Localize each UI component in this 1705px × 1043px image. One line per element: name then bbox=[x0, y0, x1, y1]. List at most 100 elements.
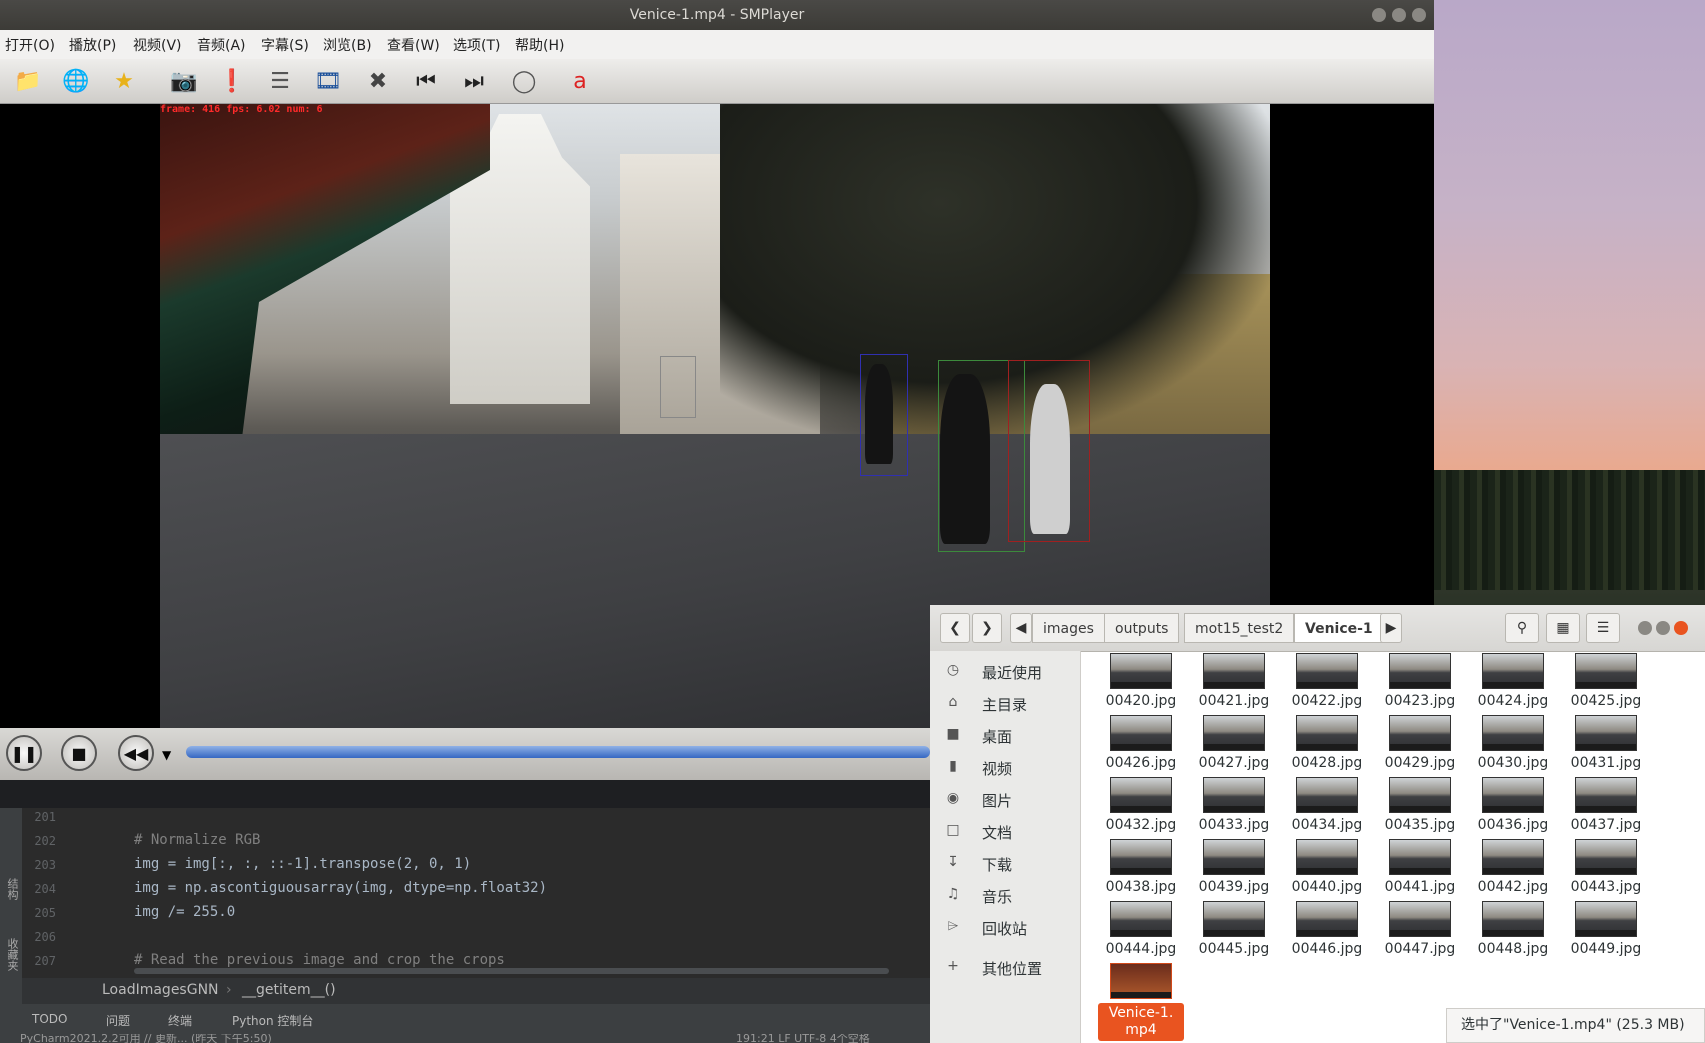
menu-open[interactable]: 打开(O) bbox=[5, 35, 55, 55]
file-item[interactable]: Venice-1. mp4 bbox=[1098, 963, 1184, 1041]
file-item[interactable]: 00431.jpg bbox=[1563, 715, 1649, 777]
file-item[interactable]: 00425.jpg bbox=[1563, 653, 1649, 715]
file-item[interactable]: 00448.jpg bbox=[1470, 901, 1556, 963]
maximize-icon[interactable] bbox=[1656, 621, 1670, 635]
previous-icon[interactable]: ⏮ bbox=[410, 65, 442, 97]
minimize-icon[interactable] bbox=[1638, 621, 1652, 635]
bbox-red bbox=[1008, 360, 1090, 542]
file-item[interactable]: 00440.jpg bbox=[1284, 839, 1370, 901]
file-thumbnail bbox=[1389, 777, 1451, 813]
breadcrumb-class[interactable]: LoadImagesGNN bbox=[102, 982, 219, 998]
menu-video[interactable]: 视频(V) bbox=[133, 35, 182, 55]
film-icon[interactable]: 🎞 bbox=[312, 65, 344, 97]
sidebar-item-other[interactable]: + 其他位置 bbox=[930, 953, 1080, 983]
sidebar-item-pictures[interactable]: ◉ 图片 bbox=[930, 785, 1080, 815]
rewind-button[interactable]: ◀◀ bbox=[118, 735, 154, 771]
sidebar-item-downloads[interactable]: ↧ 下载 bbox=[930, 849, 1080, 879]
crumb-images[interactable]: images bbox=[1032, 613, 1105, 643]
stop-button[interactable]: ■ bbox=[61, 735, 97, 771]
file-item[interactable]: 00423.jpg bbox=[1377, 653, 1463, 715]
tools-icon[interactable]: ✖ bbox=[362, 65, 394, 97]
file-item[interactable]: 00447.jpg bbox=[1377, 901, 1463, 963]
sidebar-item-documents[interactable]: □ 文档 bbox=[930, 817, 1080, 847]
window-titlebar[interactable]: Venice-1.mp4 - SMPlayer bbox=[0, 0, 1434, 30]
crumb-outputs[interactable]: outputs bbox=[1104, 613, 1180, 643]
path-right-button[interactable]: ▶ bbox=[1380, 613, 1402, 643]
folder-icon[interactable]: 📁 bbox=[12, 65, 44, 97]
camera-icon[interactable]: 📷 bbox=[168, 65, 200, 97]
star-icon[interactable]: ★ bbox=[108, 65, 140, 97]
structure-tab[interactable]: 结构 bbox=[2, 878, 20, 900]
file-item[interactable]: 00430.jpg bbox=[1470, 715, 1556, 777]
file-item[interactable]: 00438.jpg bbox=[1098, 839, 1184, 901]
crumb-mot15[interactable]: mot15_test2 bbox=[1184, 613, 1295, 643]
menu-help[interactable]: 帮助(H) bbox=[515, 35, 564, 55]
file-item[interactable]: 00437.jpg bbox=[1563, 777, 1649, 839]
maximize-icon[interactable] bbox=[1392, 8, 1406, 22]
path-left-button[interactable]: ◀ bbox=[1010, 613, 1032, 643]
file-item[interactable]: 00445.jpg bbox=[1191, 901, 1277, 963]
subtitle-icon[interactable]: a bbox=[564, 65, 596, 97]
file-item[interactable]: 00429.jpg bbox=[1377, 715, 1463, 777]
file-item[interactable]: 00442.jpg bbox=[1470, 839, 1556, 901]
tab-python-console[interactable]: Python 控制台 bbox=[232, 1012, 313, 1029]
file-item[interactable]: 00443.jpg bbox=[1563, 839, 1649, 901]
tab-terminal[interactable]: 终端 bbox=[168, 1012, 192, 1029]
tab-todo[interactable]: TODO bbox=[32, 1012, 67, 1026]
breadcrumb-method[interactable]: __getitem__() bbox=[242, 982, 336, 998]
info-icon[interactable]: ❗ bbox=[216, 65, 248, 97]
status-message[interactable]: PyCharm2021.2.2可用 // 更新... (昨天 下午5:50) bbox=[20, 1034, 272, 1043]
sidebar-item-videos[interactable]: ▮ 视频 bbox=[930, 753, 1080, 783]
sidebar-item-trash[interactable]: ⌲ 回收站 bbox=[930, 913, 1080, 943]
menu-view[interactable]: 查看(W) bbox=[387, 35, 440, 55]
seek-bar[interactable] bbox=[186, 746, 930, 758]
file-item[interactable]: 00435.jpg bbox=[1377, 777, 1463, 839]
file-item[interactable]: 00449.jpg bbox=[1563, 901, 1649, 963]
file-item[interactable]: 00439.jpg bbox=[1191, 839, 1277, 901]
file-item[interactable]: 00421.jpg bbox=[1191, 653, 1277, 715]
status-position[interactable]: 191:21 LF UTF-8 4个空格 bbox=[736, 1034, 870, 1043]
file-item[interactable]: 00428.jpg bbox=[1284, 715, 1370, 777]
favorites-tab[interactable]: 收藏夹 bbox=[2, 938, 20, 971]
pause-button[interactable]: ❚❚ bbox=[6, 735, 42, 771]
menu-options[interactable]: 选项(T) bbox=[453, 35, 500, 55]
file-item[interactable]: 00424.jpg bbox=[1470, 653, 1556, 715]
menu-audio[interactable]: 音频(A) bbox=[197, 35, 246, 55]
horizontal-scrollbar[interactable] bbox=[134, 968, 889, 974]
sidebar-item-recent[interactable]: ◷ 最近使用 bbox=[930, 657, 1080, 687]
file-item[interactable]: 00420.jpg bbox=[1098, 653, 1184, 715]
menu-subtitles[interactable]: 字幕(S) bbox=[261, 35, 309, 55]
sidebar-item-music[interactable]: ♫ 音乐 bbox=[930, 881, 1080, 911]
minimize-icon[interactable] bbox=[1372, 8, 1386, 22]
back-button[interactable]: ❮ bbox=[940, 613, 970, 643]
eye-icon[interactable]: ◯ bbox=[508, 65, 540, 97]
sidebar-item-home[interactable]: ⌂ 主目录 bbox=[930, 689, 1080, 719]
file-item[interactable]: 00426.jpg bbox=[1098, 715, 1184, 777]
file-item[interactable]: 00441.jpg bbox=[1377, 839, 1463, 901]
code-editor[interactable]: 201 202 203 204 205 206 207 # Normalize … bbox=[0, 808, 930, 978]
file-item[interactable]: 00436.jpg bbox=[1470, 777, 1556, 839]
menu-browse[interactable]: 浏览(B) bbox=[323, 35, 372, 55]
menu-icon[interactable]: ☰ bbox=[1586, 613, 1620, 643]
chevron-down-icon[interactable]: ▼ bbox=[162, 748, 171, 762]
forward-button[interactable]: ❯ bbox=[972, 613, 1002, 643]
search-icon[interactable]: ⚲ bbox=[1505, 613, 1539, 643]
file-item[interactable]: 00432.jpg bbox=[1098, 777, 1184, 839]
file-item[interactable]: 00433.jpg bbox=[1191, 777, 1277, 839]
crumb-venice[interactable]: Venice-1 bbox=[1294, 613, 1384, 643]
close-icon[interactable] bbox=[1412, 8, 1426, 22]
file-item[interactable]: 00444.jpg bbox=[1098, 901, 1184, 963]
tab-problems[interactable]: 问题 bbox=[106, 1012, 130, 1029]
view-toggle-icon[interactable]: ▦ bbox=[1546, 613, 1580, 643]
playlist-icon[interactable]: ☰ bbox=[264, 65, 296, 97]
file-item[interactable]: 00427.jpg bbox=[1191, 715, 1277, 777]
menu-play[interactable]: 播放(P) bbox=[69, 35, 116, 55]
bbox-gray bbox=[660, 356, 696, 418]
file-item[interactable]: 00422.jpg bbox=[1284, 653, 1370, 715]
close-icon[interactable] bbox=[1674, 621, 1688, 635]
file-item[interactable]: 00434.jpg bbox=[1284, 777, 1370, 839]
next-icon[interactable]: ⏭ bbox=[458, 65, 490, 97]
globe-icon[interactable]: 🌐 bbox=[60, 65, 92, 97]
file-item[interactable]: 00446.jpg bbox=[1284, 901, 1370, 963]
sidebar-item-desktop[interactable]: ■ 桌面 bbox=[930, 721, 1080, 751]
